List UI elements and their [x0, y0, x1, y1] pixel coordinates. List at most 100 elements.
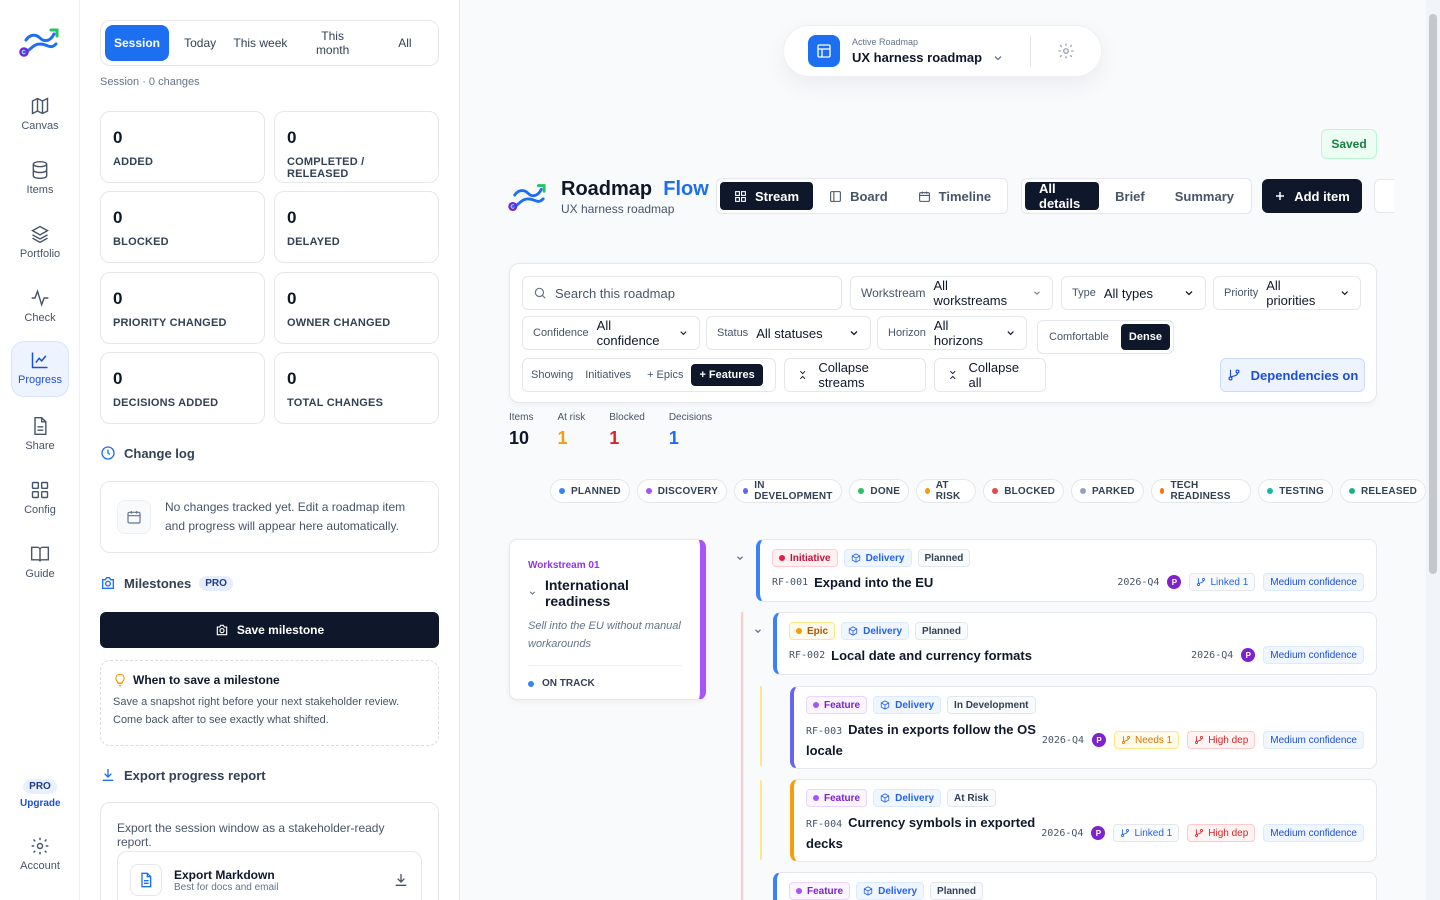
type-filter[interactable]: Type All types	[1061, 276, 1206, 310]
tip-title: When to save a milestone	[133, 673, 280, 687]
stream-badge: Delivery	[843, 549, 912, 567]
confidence-filter[interactable]: Confidence All confidence	[522, 316, 700, 350]
stream-badge: Delivery	[856, 882, 925, 900]
app-logo-icon	[508, 184, 546, 212]
stat-label: Decisions	[668, 412, 713, 423]
roadmap-item[interactable]: Initiative Delivery Planned RF-001 Expan…	[756, 539, 1377, 602]
legend-in-development[interactable]: IN DEVELOPMENT	[734, 479, 843, 503]
roadmap-item[interactable]: Epic Delivery Planned RF-002 Local date …	[773, 612, 1377, 675]
detail-brief[interactable]: Brief	[1101, 182, 1159, 210]
git-branch-icon	[1228, 369, 1240, 381]
nav-portfolio[interactable]: Portfolio	[12, 216, 68, 272]
brand-subtitle: UX harness roadmap	[561, 202, 675, 216]
item-id: RF-001	[772, 576, 809, 588]
nav-account[interactable]: Account	[12, 828, 68, 884]
status-filter[interactable]: Status All statuses	[706, 316, 871, 350]
more-button[interactable]	[1374, 179, 1394, 213]
workstream-card[interactable]: Workstream 01 International readiness Se…	[509, 539, 706, 700]
legend-planned[interactable]: PLANNED	[550, 479, 630, 503]
view-stream[interactable]: Stream	[720, 182, 814, 210]
kind-badge: Feature	[789, 882, 851, 900]
horizon-filter[interactable]: Horizon All horizons	[877, 316, 1027, 350]
export-md-title: Export Markdown	[174, 867, 275, 882]
legend-label: RELEASED	[1360, 485, 1417, 497]
legend-blocked[interactable]: BLOCKED	[983, 479, 1065, 503]
chevron-down-icon[interactable]	[528, 588, 537, 598]
dependencies-toggle[interactable]: Dependencies on	[1220, 358, 1365, 392]
view-board[interactable]: Board	[815, 182, 902, 210]
legend-testing[interactable]: TESTING	[1258, 479, 1333, 503]
density-comfortable[interactable]: Comfortable	[1041, 324, 1117, 350]
showing-features[interactable]: + Features	[691, 364, 763, 386]
scrollbar-thumb[interactable]	[1429, 14, 1437, 574]
linked-badge[interactable]: Linked 1	[1189, 573, 1256, 591]
nav-share[interactable]: Share	[12, 408, 68, 464]
filter-key: Status	[717, 327, 749, 339]
roadmap-item[interactable]: Feature Delivery Planned	[773, 872, 1377, 900]
app-logo-icon[interactable]	[18, 22, 62, 62]
high-dep-badge[interactable]: High dep	[1187, 824, 1256, 842]
legend-released[interactable]: RELEASED	[1339, 479, 1426, 503]
period-session[interactable]: Session	[105, 25, 169, 61]
detail-all[interactable]: All details	[1025, 181, 1100, 211]
kind-label: Feature	[824, 699, 861, 711]
avatar[interactable]: P	[1167, 575, 1182, 589]
legend-at-risk[interactable]: AT RISK	[916, 479, 977, 503]
legend-tech-readiness[interactable]: TECH READINESS	[1150, 479, 1252, 503]
avatar[interactable]: P	[1091, 826, 1106, 840]
save-milestone-button[interactable]: Save milestone	[100, 612, 439, 648]
linked-badge[interactable]: Linked 1	[1113, 824, 1180, 842]
period-all[interactable]: All	[376, 25, 434, 61]
chevron-down-icon[interactable]	[735, 553, 745, 563]
card-value: 0	[113, 369, 123, 388]
period-today[interactable]: Today	[171, 25, 229, 61]
nav-check[interactable]: Check	[12, 280, 68, 336]
card-value: 0	[287, 208, 297, 227]
density-dense[interactable]: Dense	[1120, 324, 1170, 350]
nav-canvas[interactable]: Canvas	[12, 88, 68, 144]
period-this-week[interactable]: This week	[231, 25, 289, 61]
collapse-streams-button[interactable]: Collapse streams	[784, 358, 926, 392]
legend-parked[interactable]: PARKED	[1071, 479, 1144, 503]
confidence-badge: Medium confidence	[1263, 824, 1364, 842]
brand-word-a: Roadmap	[561, 178, 653, 200]
avatar[interactable]: P	[1092, 733, 1106, 747]
showing-epics[interactable]: + Epics	[639, 364, 691, 386]
detail-summary[interactable]: Summary	[1161, 182, 1248, 210]
nav-label: Canvas	[21, 120, 59, 132]
nav-label: Account	[20, 860, 60, 872]
legend-discovery[interactable]: DISCOVERY	[636, 479, 728, 503]
legend-label: DONE	[870, 485, 901, 497]
add-item-button[interactable]: Add item	[1262, 179, 1362, 213]
active-roadmap-switcher[interactable]: Active Roadmap UX harness roadmap	[783, 25, 1102, 77]
settings-icon[interactable]	[1057, 42, 1075, 60]
nav-guide[interactable]: Guide	[12, 536, 68, 592]
page-scrollbar[interactable]	[1426, 0, 1440, 900]
roadmap-item[interactable]: Feature Delivery At Risk RF-004 Currency …	[790, 779, 1377, 862]
search-input[interactable]: Search this roadmap	[522, 276, 842, 310]
view-timeline[interactable]: Timeline	[904, 182, 1006, 210]
item-quarter: 2026-Q4	[1041, 827, 1084, 839]
upgrade-link[interactable]: PRO Upgrade	[20, 776, 61, 809]
nav-config[interactable]: Config	[12, 472, 68, 528]
nav-progress[interactable]: Progress	[12, 342, 68, 396]
legend-label: TECH READINESS	[1170, 480, 1231, 502]
high-dep-badge[interactable]: High dep	[1187, 731, 1256, 749]
export-markdown-button[interactable]: Export Markdown Best for docs and email	[117, 851, 422, 900]
grid-icon	[31, 481, 49, 499]
priority-filter[interactable]: Priority All priorities	[1213, 276, 1361, 310]
period-this-month[interactable]: This month	[292, 25, 374, 61]
workstream-description: Sell into the EU without manual workarou…	[528, 620, 681, 650]
chevron-down-icon[interactable]	[753, 626, 763, 636]
showing-initiatives[interactable]: Initiatives	[577, 364, 639, 386]
avatar[interactable]: P	[1241, 648, 1256, 662]
nav-items[interactable]: Items	[12, 152, 68, 208]
roadmap-item[interactable]: Feature Delivery In Development RF-003 Da…	[790, 686, 1377, 769]
stream-badge: Delivery	[841, 622, 910, 640]
workstream-filter[interactable]: Workstream All workstreams	[850, 276, 1053, 310]
needs-badge[interactable]: Needs 1	[1114, 731, 1180, 749]
legend-label: IN DEVELOPMENT	[754, 480, 833, 502]
item-quarter: 2026-Q4	[1191, 649, 1234, 661]
legend-done[interactable]: DONE	[849, 479, 910, 503]
collapse-all-button[interactable]: Collapse all	[934, 358, 1046, 392]
